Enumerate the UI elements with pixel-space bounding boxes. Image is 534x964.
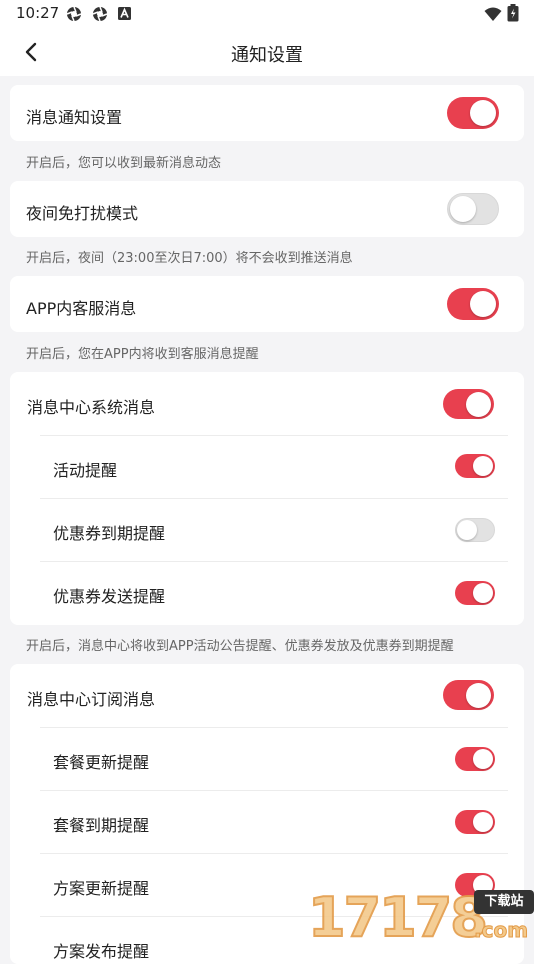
section-note: 开启后，您可以收到最新消息动态 bbox=[26, 156, 222, 171]
toggle-switch[interactable] bbox=[455, 518, 495, 542]
status-bar: 10:27 bbox=[0, 0, 534, 28]
wifi-icon bbox=[484, 7, 502, 21]
header: 通知设置 bbox=[0, 28, 534, 76]
watermark-suffix: .com bbox=[473, 918, 529, 943]
section-night-mode: 夜间免打扰模式 bbox=[10, 181, 524, 237]
setting-row-package-expiry: 套餐到期提醒 bbox=[10, 790, 524, 853]
setting-label: 消息中心系统消息 bbox=[27, 398, 156, 417]
toggle-switch[interactable] bbox=[447, 288, 499, 320]
toggle-switch[interactable] bbox=[455, 747, 495, 771]
toggle-switch[interactable] bbox=[443, 680, 494, 710]
watermark-digits: 17178 bbox=[307, 885, 489, 950]
app-notification-icon bbox=[92, 6, 108, 22]
setting-row-package-update: 套餐更新提醒 bbox=[10, 727, 524, 790]
setting-label: APP内客服消息 bbox=[26, 299, 137, 318]
setting-label: 活动提醒 bbox=[53, 461, 118, 480]
setting-label: 套餐更新提醒 bbox=[53, 753, 150, 772]
setting-row-message-notification: 消息通知设置 bbox=[10, 85, 524, 141]
toggle-switch[interactable] bbox=[447, 97, 499, 129]
section-app-service: APP内客服消息 bbox=[10, 276, 524, 332]
toggle-knob bbox=[473, 749, 493, 769]
setting-row-system-messages: 消息中心系统消息 bbox=[10, 372, 524, 435]
section-note: 开启后，消息中心将收到APP活动公告提醒、优惠券发放及优惠券到期提醒 bbox=[26, 639, 454, 654]
section-note: 开启后，夜间（23:00至次日7:00）将不会收到推送消息 bbox=[26, 251, 353, 266]
setting-label: 套餐到期提醒 bbox=[53, 816, 150, 835]
toggle-knob bbox=[466, 392, 491, 417]
setting-label: 消息通知设置 bbox=[26, 108, 123, 127]
toggle-knob bbox=[470, 100, 496, 126]
setting-row-app-service: APP内客服消息 bbox=[10, 276, 524, 332]
battery-icon bbox=[507, 4, 519, 22]
toggle-knob bbox=[473, 456, 493, 476]
setting-label: 优惠券发送提醒 bbox=[53, 587, 166, 606]
setting-label: 优惠券到期提醒 bbox=[53, 524, 166, 543]
setting-label: 方案发布提醒 bbox=[53, 942, 150, 961]
toggle-knob bbox=[450, 196, 476, 222]
setting-row-night-mode: 夜间免打扰模式 bbox=[10, 181, 524, 237]
section-note: 开启后，您在APP内将收到客服消息提醒 bbox=[26, 347, 259, 362]
setting-row-subscription-messages: 消息中心订阅消息 bbox=[10, 664, 524, 727]
setting-label: 夜间免打扰模式 bbox=[26, 204, 139, 223]
watermark-logo: 17178 下载站 .com bbox=[307, 884, 534, 950]
toggle-knob bbox=[473, 812, 493, 832]
toggle-switch[interactable] bbox=[455, 454, 495, 478]
toggle-switch[interactable] bbox=[443, 389, 494, 419]
setting-label: 方案更新提醒 bbox=[53, 879, 150, 898]
setting-row-coupon-sent: 优惠券发送提醒 bbox=[10, 561, 524, 624]
page-title: 通知设置 bbox=[231, 45, 303, 66]
setting-label: 消息中心订阅消息 bbox=[27, 690, 156, 709]
section-message-notification: 消息通知设置 bbox=[10, 85, 524, 141]
toggle-switch[interactable] bbox=[455, 581, 495, 605]
setting-row-coupon-expiry: 优惠券到期提醒 bbox=[10, 498, 524, 561]
watermark-tag: 下载站 bbox=[474, 890, 534, 914]
toggle-switch[interactable] bbox=[447, 193, 499, 225]
a-notification-icon bbox=[118, 7, 131, 20]
toggle-knob bbox=[470, 291, 496, 317]
setting-row-activity-reminder: 活动提醒 bbox=[10, 435, 524, 498]
section-system-messages: 消息中心系统消息 活动提醒 优惠券到期提醒 优惠券发送提醒 bbox=[10, 372, 524, 625]
toggle-knob bbox=[457, 520, 477, 540]
toggle-knob bbox=[466, 683, 491, 708]
toggle-switch[interactable] bbox=[455, 810, 495, 834]
status-time: 10:27 bbox=[16, 4, 60, 22]
toggle-knob bbox=[473, 583, 493, 603]
app-notification-icon bbox=[66, 6, 82, 22]
